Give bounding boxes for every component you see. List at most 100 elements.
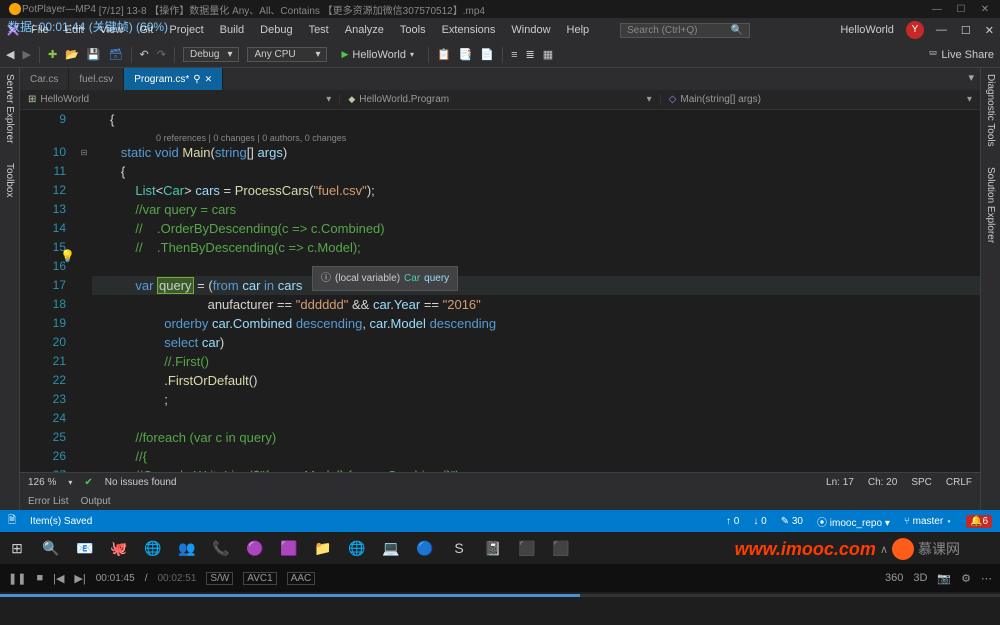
menu-project[interactable]: Project (162, 22, 210, 38)
taskbar-app-1[interactable]: 🔍 (38, 535, 64, 561)
nav-back-icon[interactable]: ◀ (6, 48, 14, 61)
tab-options[interactable]: ▾ (962, 68, 980, 90)
vs-max[interactable]: ☐ (961, 24, 971, 37)
taskbar-app-4[interactable]: 🌐 (140, 535, 166, 561)
code-content[interactable]: 💡 {0 references | 0 changes | 0 authors,… (92, 110, 980, 472)
redo-icon[interactable]: ↷ (157, 48, 166, 61)
platform-combo[interactable]: Any CPU▾ (247, 47, 327, 62)
lightbulb-icon[interactable]: 💡 (60, 247, 75, 266)
playback-overlay: 数据: 00:01:44 (关键帧) (60%) (8, 18, 168, 35)
taskbar-app-2[interactable]: 📧 (72, 535, 98, 561)
search-box[interactable]: Search (Ctrl+Q) 🔍 (620, 23, 750, 38)
error-list-tab[interactable]: Error List (28, 496, 69, 507)
taskbar-app-12[interactable]: 🔵 (412, 535, 438, 561)
undo-icon[interactable]: ↶ (140, 48, 149, 61)
taskbar-app-11[interactable]: 💻 (378, 535, 404, 561)
tb-icon-3[interactable]: 📄 (480, 48, 494, 61)
taskbar-app-0[interactable]: ⊞ (4, 535, 30, 561)
next-button[interactable]: ▶| (74, 572, 85, 585)
vs-min[interactable]: — (936, 24, 947, 37)
server-explorer-tab[interactable]: Server Explorer (4, 74, 15, 143)
pot-min[interactable]: — (930, 4, 944, 15)
taskbar-app-13[interactable]: S (446, 535, 472, 561)
tb-icon-1[interactable]: 📋 (437, 48, 451, 61)
pause-button[interactable]: ❚❚ (8, 572, 26, 585)
taskbar-app-5[interactable]: 👥 (174, 535, 200, 561)
menu-extensions[interactable]: Extensions (435, 22, 503, 38)
taskbar-app-16[interactable]: ⬛ (548, 535, 574, 561)
issues-text[interactable]: No issues found (105, 477, 177, 488)
new-icon[interactable]: ✚ (48, 48, 57, 61)
save-all-icon[interactable]: 🗃 (109, 48, 123, 61)
tb-icon-5[interactable]: ≣ (526, 48, 535, 61)
solution-explorer-tab[interactable]: Solution Explorer (985, 167, 996, 243)
taskbar-app-6[interactable]: 📞 (208, 535, 234, 561)
menu-debug[interactable]: Debug (253, 22, 299, 38)
check-icon: ✔ (84, 477, 92, 488)
save-status: Item(s) Saved (30, 516, 92, 527)
config-combo[interactable]: Debug▾ (183, 47, 240, 62)
vs-close[interactable]: ✕ (985, 24, 994, 37)
push-count[interactable]: ↑ 0 (726, 516, 739, 527)
output-tab[interactable]: Output (81, 496, 111, 507)
line-pos[interactable]: Ln: 17 (826, 477, 854, 488)
run-button[interactable]: ▶HelloWorld▾ (335, 48, 420, 62)
file-tab[interactable]: Program.cs*⚲✕ (124, 68, 223, 90)
menu-analyze[interactable]: Analyze (338, 22, 391, 38)
diagnostic-tools-tab[interactable]: Diagnostic Tools (985, 74, 996, 147)
menu-test[interactable]: Test (302, 22, 336, 38)
codec-sw[interactable]: S/W (206, 572, 233, 585)
branch-selector[interactable]: ⑂ master ▾ (904, 516, 952, 527)
user-avatar[interactable]: Y (906, 21, 924, 39)
tb-icon-2[interactable]: 📑 (459, 48, 473, 61)
prev-button[interactable]: |◀ (53, 572, 64, 585)
file-tab[interactable]: fuel.csv (69, 68, 124, 90)
player-progress[interactable] (0, 594, 1000, 597)
menu-tools[interactable]: Tools (393, 22, 433, 38)
char-pos[interactable]: Ch: 20 (868, 477, 897, 488)
tb-icon-4[interactable]: ≡ (511, 49, 517, 61)
nav-project[interactable]: ⊞HelloWorld▾ (20, 94, 340, 105)
menu-button[interactable]: ⋯ (981, 572, 992, 585)
settings-button[interactable]: ⚙ (961, 572, 971, 585)
pot-file: [7/12] 13-8 【操作】数据量化 Any、All、Contains 【更… (99, 2, 485, 17)
capture-button[interactable]: 📷 (937, 572, 951, 585)
taskbar-app-10[interactable]: 🌐 (344, 535, 370, 561)
editor-status-bar: 126 % ▾ ✔ No issues found Ln: 17 Ch: 20 … (20, 472, 980, 492)
taskbar-app-7[interactable]: 🟣 (242, 535, 268, 561)
rotate-button[interactable]: 360 (885, 572, 903, 585)
taskbar-app-8[interactable]: 🟪 (276, 535, 302, 561)
pot-close[interactable]: ✕ (978, 4, 992, 15)
line-ending[interactable]: CRLF (946, 477, 972, 488)
changes-count[interactable]: ✎ 30 (781, 516, 803, 527)
tb-icon-6[interactable]: ▦ (543, 48, 553, 61)
repo-selector[interactable]: ⦿ imooc_repo ▾ (817, 514, 890, 529)
menu-build[interactable]: Build (213, 22, 251, 38)
nav-member[interactable]: ◇Main(string[] args)▾ (661, 94, 980, 105)
pull-count[interactable]: ↓ 0 (753, 516, 766, 527)
file-tab[interactable]: Car.cs (20, 68, 69, 90)
nav-fwd-icon[interactable]: ▶ (22, 48, 30, 61)
taskbar-app-15[interactable]: ⬛ (514, 535, 540, 561)
save-icon[interactable]: 💾 (87, 48, 101, 61)
codec-video[interactable]: AVC1 (243, 572, 276, 585)
toolbox-tab[interactable]: Toolbox (4, 163, 15, 197)
open-icon[interactable]: 📂 (65, 48, 79, 61)
stop-button[interactable]: ■ (36, 572, 43, 584)
taskbar-app-9[interactable]: 📁 (310, 535, 336, 561)
live-share-button[interactable]: ⮹Live Share (929, 48, 994, 61)
zoom-level[interactable]: 126 % (28, 477, 56, 488)
notifications[interactable]: 🔔6 (966, 515, 992, 528)
pot-max[interactable]: ☐ (954, 4, 968, 15)
zoom-dropdown-icon[interactable]: ▾ (68, 478, 72, 487)
menu-window[interactable]: Window (504, 22, 557, 38)
nav-class[interactable]: ◆HelloWorld.Program▾ (340, 94, 660, 105)
indent-mode[interactable]: SPC (911, 477, 932, 488)
menu-help[interactable]: Help (560, 22, 597, 38)
3d-button[interactable]: 3D (913, 572, 927, 585)
codec-audio[interactable]: AAC (287, 572, 316, 585)
taskbar-app-14[interactable]: 📓 (480, 535, 506, 561)
taskbar-app-3[interactable]: 🐙 (106, 535, 132, 561)
imooc-logo-icon (892, 538, 914, 560)
windows-taskbar: ⊞🔍📧🐙🌐👥📞🟣🟪📁🌐💻🔵S📓⬛⬛ www.imooc.com ∧ 慕课网 (0, 532, 1000, 564)
